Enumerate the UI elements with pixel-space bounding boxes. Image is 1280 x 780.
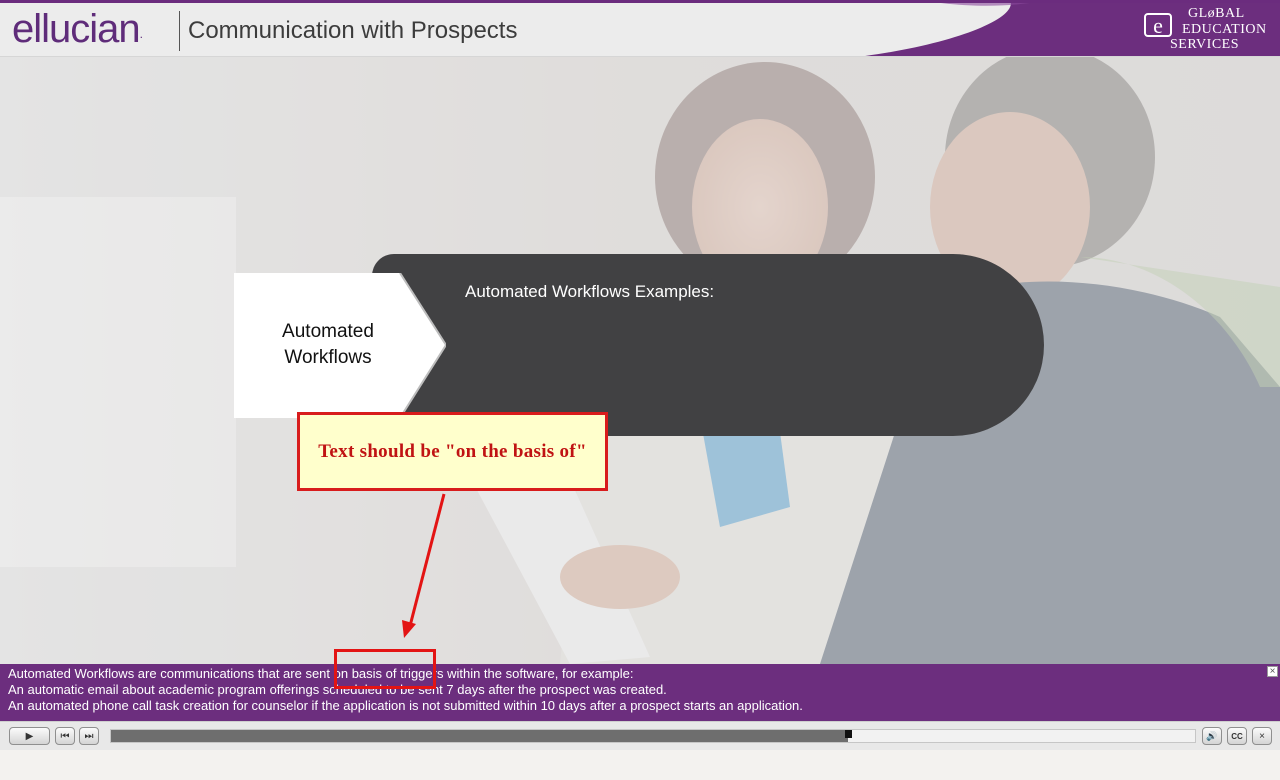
caption-line-1: Automated Workflows are communications t… (8, 666, 634, 681)
logo-e-mark: e (1144, 13, 1172, 37)
close-icon: × (1259, 730, 1265, 742)
page-footer-area (0, 750, 1280, 780)
ellucian-logo: ellucian. (12, 7, 144, 52)
caption-close-button[interactable]: × (1267, 666, 1278, 677)
progress-fill (111, 730, 849, 742)
caption-line-2: An automatic email about academic progra… (8, 682, 667, 697)
brand-wordmark: ellucian (12, 7, 141, 51)
logo-line-2: EDUCATION (1182, 22, 1267, 37)
header-bar: ellucian. Communication with Prospects e… (0, 0, 1280, 57)
previous-slide-button[interactable]: ⏮ (55, 727, 75, 745)
annotation-note: Text should be "on the basis of" (297, 412, 608, 491)
speaker-icon: 🔊 (1206, 730, 1218, 741)
header-divider (179, 11, 180, 51)
player-controls: ▶ ⏮ ⏭ 🔊 CC × (0, 721, 1280, 751)
caption-line-3: An automated phone call task creation fo… (8, 698, 803, 713)
brand-mark: . (139, 27, 144, 41)
play-icon: ▶ (25, 730, 34, 742)
skip-forward-icon: ⏭ (84, 730, 94, 742)
close-player-button[interactable]: × (1252, 727, 1272, 745)
closed-captions-button[interactable]: CC (1227, 727, 1247, 745)
next-slide-button[interactable]: ⏭ (79, 727, 99, 745)
global-education-services-logo: e GLøBAL EDUCATION SERVICES (1140, 5, 1272, 55)
skip-back-icon: ⏮ (60, 730, 70, 742)
logo-line-3: SERVICES (1170, 37, 1240, 52)
course-title: Communication with Prospects (188, 17, 518, 44)
progress-track[interactable] (110, 729, 1196, 743)
topic-tab-label: Automated Workflows (282, 321, 374, 368)
slide-stage: Automated Workflows Examples: Automated … (0, 57, 1280, 664)
left-panel (0, 197, 236, 567)
examples-heading: Automated Workflows Examples: (465, 282, 715, 301)
cc-icon: CC (1231, 731, 1243, 741)
volume-button[interactable]: 🔊 (1202, 727, 1222, 745)
play-button[interactable]: ▶ (9, 727, 50, 745)
progress-scrubber[interactable] (845, 730, 853, 738)
annotation-highlight-box (334, 649, 436, 689)
logo-line-1: GLøBAL (1188, 6, 1245, 21)
caption-bar: Automated Workflows are communications t… (0, 664, 1280, 721)
